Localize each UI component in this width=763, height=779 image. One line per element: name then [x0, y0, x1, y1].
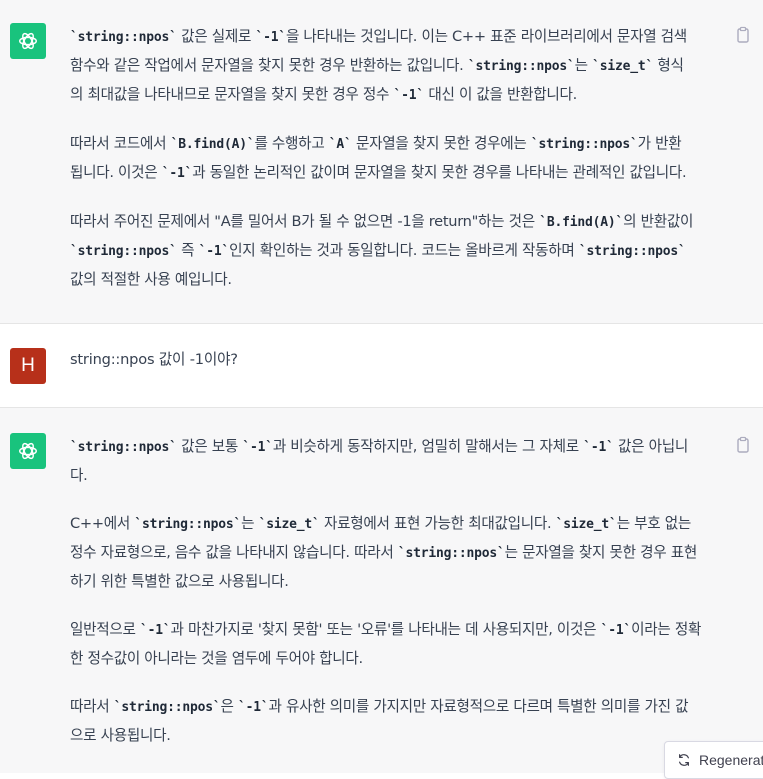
text-segment: 이라는 정확 [631, 621, 702, 638]
inline-code: `-1` [583, 440, 614, 455]
inline-code: `string::npos` [134, 517, 242, 532]
text-segment: 일반적으로 [70, 621, 140, 638]
inline-code: `-1` [237, 700, 269, 715]
assistant-avatar [10, 23, 46, 59]
message-paragraph: `string::npos` 값은 실제로 `-1`을 나타내는 것입니다. 이… [70, 23, 720, 110]
inline-code: `-1` [242, 440, 273, 455]
inline-code: `B.find(A)` [539, 215, 624, 230]
inline-code: `string::npos` [397, 546, 505, 561]
text-segment: 즉 [176, 242, 199, 259]
inline-code: `A` [328, 137, 352, 152]
clipboard-icon[interactable] [735, 436, 751, 454]
text-segment: 한 정수값이 아니라는 것을 염두에 두어야 합니다. [70, 650, 363, 667]
user-message-text: string::npos 값이 -1이야? [70, 351, 238, 368]
inline-code: `string::npos` [70, 30, 177, 45]
assistant-message-1: `string::npos` 값은 실제로 `-1`을 나타내는 것입니다. 이… [0, 0, 763, 323]
inline-code: `string::npos` [578, 244, 686, 259]
message-paragraph: C++에서 `string::npos`는 `size_t` 자료형에서 표현 … [70, 510, 720, 596]
text-segment: 따라서 주어진 문제에서 "A를 밀어서 B가 될 수 없으면 -1을 retu… [70, 213, 540, 230]
text-segment: 을 나타내는 것입니다. 이는 C++ 표준 라이브러리에서 문자열 검색 [285, 28, 687, 45]
text-segment: 는 [574, 57, 593, 74]
text-segment: 으로 사용됩니다. [70, 727, 171, 744]
inline-code: `size_t` [258, 517, 320, 532]
assistant-message-2: `string::npos` 값은 보통 `-1`과 비슷하게 동작하지만, 엄… [0, 408, 763, 773]
text-segment: 과 비슷하게 동작하지만, 엄밀히 말해서는 그 자체로 [272, 438, 584, 455]
inline-code: `string::npos` [70, 440, 177, 455]
assistant-message-1-content: `string::npos` 값은 실제로 `-1`을 나타내는 것입니다. 이… [70, 23, 720, 294]
text-segment: 를 수행하고 [254, 135, 329, 152]
text-segment: 값은 아닙니 [613, 438, 689, 455]
text-segment: 됩니다. 이것은 [70, 164, 162, 181]
inline-code: `-1` [161, 166, 193, 181]
text-segment: 따라서 코드에서 [70, 135, 171, 152]
text-segment: 는 문자열을 찾지 못한 경우 표현 [504, 544, 698, 561]
text-segment: 자료형에서 표현 가능한 최대값입니다. [319, 515, 556, 532]
inline-code: `-1` [393, 88, 425, 103]
inline-code: `string::npos` [467, 59, 575, 74]
text-segment: 은 [220, 698, 238, 715]
text-segment: C++에서 [70, 515, 135, 532]
inline-code: `string::npos` [70, 244, 177, 259]
text-segment: 값은 실제로 [176, 28, 256, 45]
text-segment: 의 최대값을 나타내므로 문자열을 찾지 못한 경우 정수 [70, 86, 394, 103]
text-segment: 의 반환값이 [623, 213, 694, 230]
text-segment: 는 부호 없는 [616, 515, 692, 532]
text-segment: 과 마찬가지로 '찾지 못함' 또는 '오류'를 나타내는 데 사용되지만, 이… [170, 621, 601, 638]
inline-code: `-1` [600, 623, 632, 638]
inline-code: `size_t` [592, 59, 654, 74]
text-segment: 과 유사한 의미를 가지지만 자료형적으로 다르며 특별한 의미를 가진 값 [268, 698, 689, 715]
text-segment: 문자열을 찾지 못한 경우에는 [351, 135, 531, 152]
text-segment: 하기 위한 특별한 값으로 사용됩니다. [70, 573, 289, 590]
text-segment: 는 [241, 515, 259, 532]
regenerate-button[interactable]: Regenerate [664, 741, 763, 779]
text-segment: 값은 보통 [176, 438, 243, 455]
user-avatar-letter: H [21, 355, 35, 376]
refresh-icon [679, 754, 689, 766]
inline-code: `string::npos` [530, 137, 638, 152]
text-segment: 인지 확인하는 것과 동일합니다. 코드는 올바르게 작동하며 [229, 242, 579, 259]
text-segment: 값의 적절한 사용 예입니다. [70, 271, 232, 288]
message-paragraph: 따라서 `string::npos`은 `-1`과 유사한 의미를 가지지만 자… [70, 693, 720, 750]
text-segment: 대신 이 값을 반환합니다. [424, 86, 577, 103]
text-segment: 따라서 [70, 698, 114, 715]
text-segment: 형식 [653, 57, 684, 74]
message-paragraph: `string::npos` 값은 보통 `-1`과 비슷하게 동작하지만, 엄… [70, 433, 720, 490]
inline-code: `-1` [198, 244, 230, 259]
inline-code: `-1` [255, 30, 286, 45]
user-avatar: H [10, 348, 46, 384]
message-paragraph: 따라서 코드에서 `B.find(A)`를 수행하고 `A` 문자열을 찾지 못… [70, 130, 720, 188]
inline-code: `string::npos` [113, 700, 221, 715]
text-segment: 다. [70, 467, 88, 484]
openai-logo-icon [19, 32, 37, 50]
openai-logo-icon [19, 442, 37, 460]
inline-code: `size_t` [555, 517, 617, 532]
user-message: H string::npos 값이 -1이야? [0, 324, 763, 407]
message-paragraph: 따라서 주어진 문제에서 "A를 밀어서 B가 될 수 없으면 -1을 retu… [70, 208, 720, 294]
clipboard-icon[interactable] [735, 26, 751, 44]
message-paragraph: 일반적으로 `-1`과 마찬가지로 '찾지 못함' 또는 '오류'를 나타내는 … [70, 616, 720, 673]
text-segment: 정수 자료형으로, 음수 값을 나타내지 않습니다. 따라서 [70, 544, 398, 561]
regenerate-label: Regenerate [699, 752, 763, 768]
inline-code: `-1` [139, 623, 171, 638]
text-segment: 가 반환 [637, 135, 682, 152]
assistant-message-2-content: `string::npos` 값은 보통 `-1`과 비슷하게 동작하지만, 엄… [70, 433, 720, 750]
text-segment: 함수와 같은 작업에서 문자열을 찾지 못한 경우 반환하는 값입니다. [70, 57, 468, 74]
inline-code: `B.find(A)` [170, 137, 255, 152]
assistant-avatar [10, 433, 46, 469]
text-segment: 과 동일한 논리적인 값이며 문자열을 찾지 못한 경우를 나타내는 관례적인 … [192, 164, 687, 181]
